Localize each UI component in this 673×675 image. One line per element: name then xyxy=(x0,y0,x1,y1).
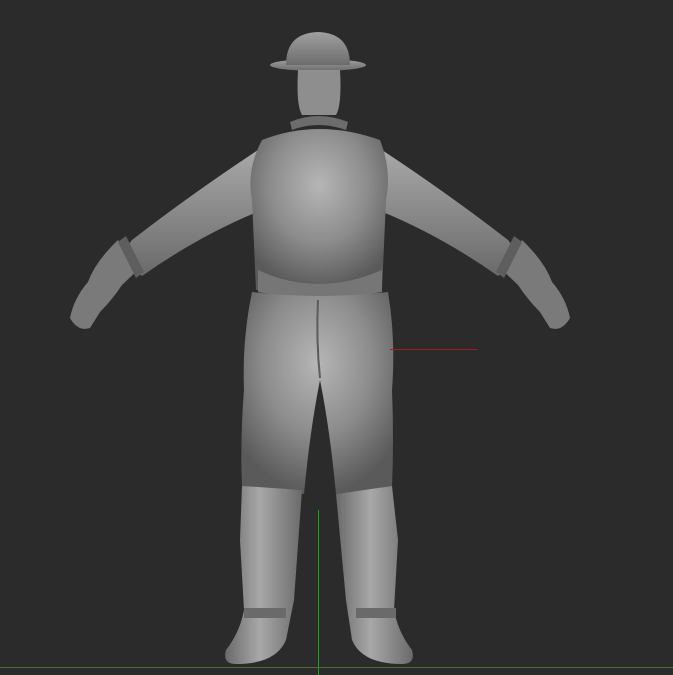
right-arm xyxy=(378,150,570,329)
head xyxy=(290,70,348,130)
x-axis-gizmo xyxy=(390,349,477,350)
pants xyxy=(241,292,394,494)
torso xyxy=(250,129,388,298)
y-axis-gizmo xyxy=(318,510,319,675)
ground-plane-line xyxy=(0,667,673,668)
left-boot xyxy=(225,486,302,664)
sculpted-figure-model[interactable] xyxy=(0,0,673,675)
right-boot xyxy=(336,486,413,664)
helmet xyxy=(270,32,366,71)
3d-viewport[interactable] xyxy=(0,0,673,675)
left-arm xyxy=(70,150,262,329)
